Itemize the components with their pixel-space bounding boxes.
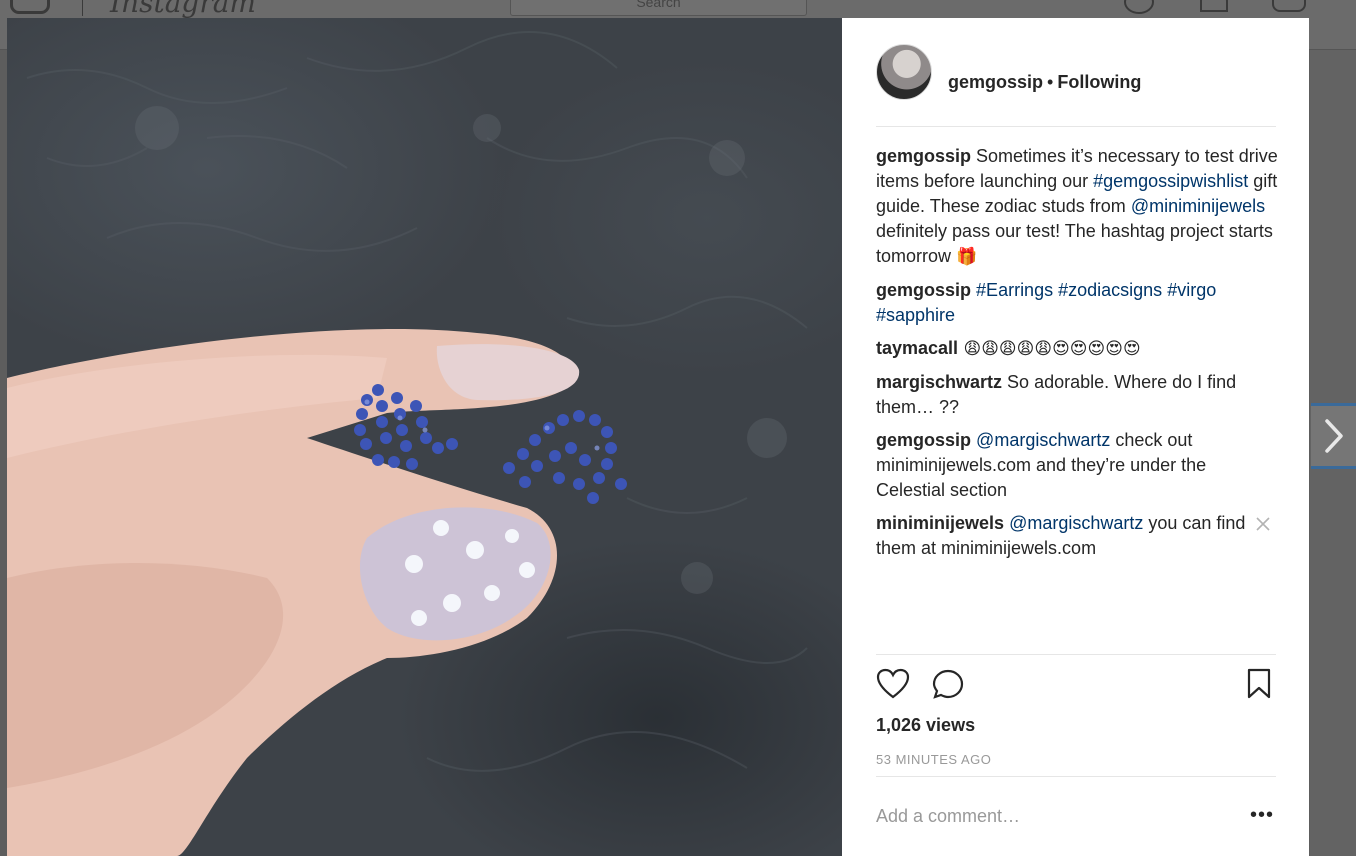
- mention-link[interactable]: @margischwartz: [976, 430, 1110, 450]
- header-separator: •: [1047, 72, 1054, 92]
- heart-icon[interactable]: [876, 668, 910, 705]
- comment-text: definitely pass our test! The hashtag pr…: [876, 221, 1273, 266]
- post-author-username[interactable]: gemgossip: [948, 72, 1043, 92]
- post-timestamp: 53 MINUTES AGO: [876, 752, 992, 767]
- comment-item: margischwartz So adorable. Where do I fi…: [876, 370, 1278, 420]
- activity-heart-icon: [1200, 0, 1228, 12]
- view-count[interactable]: 1,026 views: [876, 715, 975, 736]
- comment-username[interactable]: gemgossip: [876, 146, 971, 166]
- comments-list: gemgossip Sometimes it’s necessary to te…: [876, 144, 1278, 569]
- mention-link[interactable]: @miniminijewels: [1131, 196, 1265, 216]
- comment-username[interactable]: taymacall: [876, 338, 958, 358]
- header-divider: [876, 126, 1276, 127]
- post-detail-panel: gemgossip • Following gemgossip Sometimes …: [842, 18, 1309, 856]
- search-input: Search: [510, 0, 807, 16]
- close-icon[interactable]: [1256, 513, 1270, 538]
- hashtag-link[interactable]: #virgo: [1167, 280, 1216, 300]
- photo-illustration: [7, 31, 808, 856]
- avatar[interactable]: [876, 44, 932, 100]
- bookmark-icon[interactable]: [1246, 668, 1272, 705]
- comment-item: gemgossip Sometimes it’s necessary to te…: [876, 144, 1278, 270]
- following-button[interactable]: Following: [1057, 72, 1141, 92]
- comment-input-divider: [876, 776, 1276, 777]
- more-options-button[interactable]: •••: [1250, 804, 1274, 827]
- profile-icon: [1272, 0, 1306, 12]
- comment-item: gemgossip #Earrings #zodiacsigns #virgo …: [876, 278, 1278, 328]
- comment-username[interactable]: gemgossip: [876, 280, 971, 300]
- actions-divider: [876, 654, 1276, 655]
- emoji-text: 😩😩😩😩😩😍😍😍😍😍: [958, 339, 1141, 359]
- comment-username[interactable]: gemgossip: [876, 430, 971, 450]
- add-comment-input[interactable]: [876, 798, 1206, 834]
- hashtag-link[interactable]: #Earrings: [976, 280, 1053, 300]
- post-photo: [7, 18, 842, 856]
- mention-link[interactable]: @margischwartz: [1009, 513, 1143, 533]
- comment-item: taymacall 😩😩😩😩😩😍😍😍😍😍: [876, 336, 1278, 362]
- comment-username[interactable]: margischwartz: [876, 372, 1002, 392]
- hashtag-link[interactable]: #zodiacsigns: [1058, 280, 1162, 300]
- next-post-button[interactable]: [1311, 403, 1356, 469]
- instagram-wordmark: Instagram: [110, 0, 256, 19]
- emoji-text: 🎁: [956, 247, 978, 267]
- post-header: gemgossip • Following: [948, 72, 1141, 93]
- logo-divider: [82, 0, 83, 16]
- compass-icon: [1124, 0, 1154, 14]
- comment-item: miniminijewels @margischwartz you can fi…: [876, 511, 1278, 561]
- instagram-camera-icon: [10, 0, 50, 14]
- comment-bubble-icon[interactable]: [932, 668, 966, 705]
- comment-username[interactable]: miniminijewels: [876, 513, 1004, 533]
- comment-item: gemgossip @margischwartz check out minim…: [876, 428, 1278, 503]
- hashtag-link[interactable]: #gemgossipwishlist: [1093, 171, 1248, 191]
- post-actions: [876, 668, 1276, 708]
- hashtag-link[interactable]: #sapphire: [876, 305, 955, 325]
- chevron-right-icon: [1324, 419, 1343, 453]
